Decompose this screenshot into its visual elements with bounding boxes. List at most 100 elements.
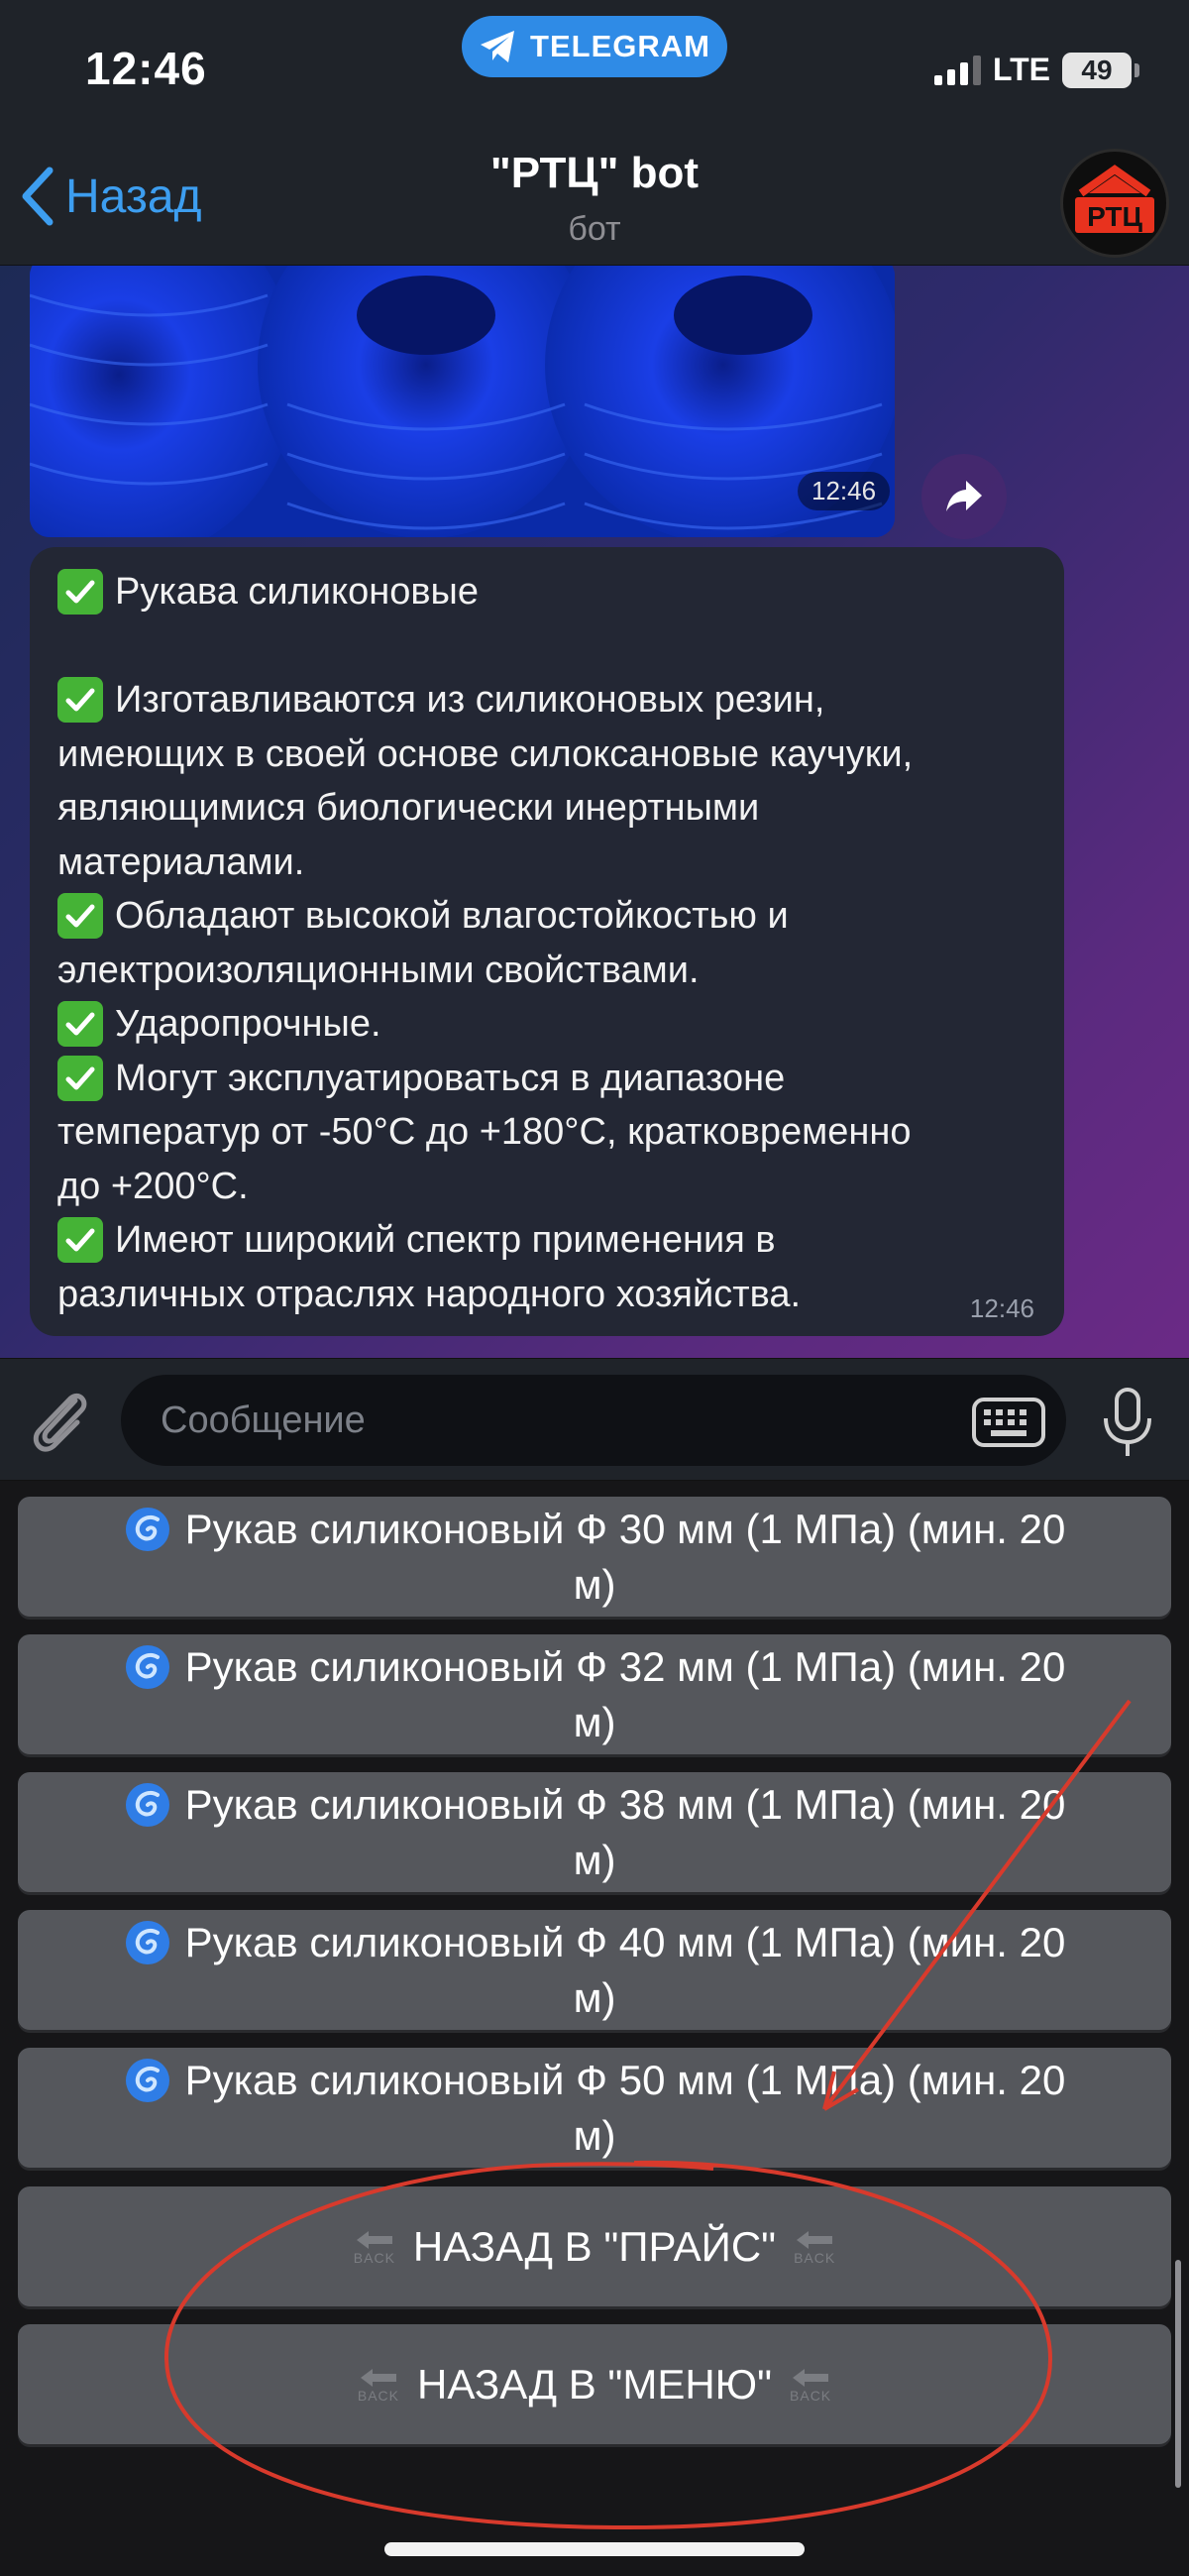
message-line: Ударопрочные. (57, 997, 1036, 1052)
checkmark-icon (57, 1055, 103, 1101)
keyboard-icon (972, 1398, 1045, 1447)
voice-button[interactable] (1100, 1387, 1155, 1463)
chat-title[interactable]: "РТЦ" bot (0, 149, 1189, 198)
message-line: Рукава силиконовые (57, 565, 1036, 619)
message-line-text: Имеют широкий спектр применения в (115, 1219, 776, 1261)
back-to-price-button[interactable]: BACK НАЗАД В "ПРАЙС" BACK (18, 2186, 1171, 2306)
message-line: являющимися биологически инертными (57, 781, 1036, 836)
back-to-menu-button[interactable]: BACK НАЗАД В "МЕНЮ" BACK (18, 2324, 1171, 2444)
back-arrow-icon: BACK (354, 2229, 395, 2265)
svg-text:РТЦ: РТЦ (1087, 201, 1142, 232)
photo-timestamp: 12:46 (798, 472, 891, 510)
cyclone-icon (125, 1644, 169, 1689)
product-button-label: Рукав силиконовый Ф 50 мм (1 МПа) (мин. … (184, 2056, 1066, 2103)
cyclone-icon (125, 2058, 169, 2102)
back-glyph-label: BACK (353, 2249, 395, 2266)
blue-hose-coils-image (30, 266, 895, 537)
checkmark-icon (57, 677, 103, 724)
message-line-text: являющимися биологически инертными (57, 787, 760, 829)
telegram-pill-label: TELEGRAM (530, 29, 710, 63)
product-button-label-line2: м) (573, 1698, 616, 1745)
telegram-icon (481, 31, 515, 62)
message-line: Обладают высокой влагостойкостью и (57, 889, 1036, 944)
message-line-text: Могут эксплуатироваться в диапазоне (115, 1057, 786, 1099)
product-button-label: Рукав силиконовый Ф 30 мм (1 МПа) (мин. … (184, 1505, 1066, 1552)
battery-icon: 49 (1062, 52, 1132, 88)
product-button[interactable]: Рукав силиконовый Ф 40 мм (1 МПа) (мин. … (18, 1910, 1171, 2030)
message-line: до +200°C. (57, 1160, 1036, 1214)
cyclone-icon (125, 1507, 169, 1551)
chat-header: 12:46 TELEGRAM LTE 49 Назад "РТЦ" bot бо… (0, 0, 1189, 266)
cyclone-icon (125, 1920, 169, 1964)
product-button-label-line2: м) (573, 2111, 616, 2159)
message-line: Могут эксплуатироваться в диапазоне (57, 1052, 1036, 1106)
checkmark-icon (57, 1217, 103, 1264)
share-button[interactable] (921, 454, 1007, 539)
bot-avatar[interactable]: РТЦ (1060, 149, 1169, 258)
message-line: различных отраслях народного хозяйства. (57, 1268, 1036, 1322)
status-indicators: LTE 49 (933, 52, 1139, 88)
back-glyph-label: BACK (794, 2249, 836, 2266)
attach-button[interactable] (26, 1383, 95, 1463)
back-glyph-label: BACK (790, 2387, 832, 2404)
message-line-text: Изготавливаются из силиконовых резин, (115, 679, 825, 721)
product-button[interactable]: Рукав силиконовый Ф 38 мм (1 МПа) (мин. … (18, 1772, 1171, 1892)
checkmark-icon (57, 893, 103, 940)
message-line (57, 619, 1036, 674)
telegram-pill[interactable]: TELEGRAM (462, 16, 727, 77)
composer-bar (0, 1358, 1189, 1481)
product-button[interactable]: Рукав силиконовый Ф 50 мм (1 МПа) (мин. … (18, 2048, 1171, 2168)
battery-tip (1135, 62, 1139, 77)
message-line: Имеют широкий спектр применения в (57, 1213, 1036, 1268)
message-line-text: до +200°C. (57, 1165, 249, 1207)
message-timestamp: 12:46 (969, 1293, 1034, 1323)
message-line: электроизоляционными свойствами. (57, 944, 1036, 998)
message-line-text: электроизоляционными свойствами. (57, 949, 700, 991)
back-arrow-icon: BACK (794, 2229, 835, 2265)
message-line-text: Обладают высокой влагостойкостью и (115, 895, 789, 937)
product-photo[interactable]: 12:46 (30, 266, 895, 537)
product-button-label-line2: м) (573, 1560, 616, 1608)
bot-message: Рукава силиконовые Изготавливаются из сил… (30, 547, 1064, 1336)
back-arrow-icon: BACK (358, 2367, 399, 2403)
home-indicator[interactable] (384, 2542, 805, 2556)
back-to-menu-label: НАЗАД В "МЕНЮ" (416, 2360, 773, 2408)
message-line-text: различных отраслях народного хозяйства. (57, 1273, 802, 1315)
back-glyph-label: BACK (357, 2387, 399, 2404)
message-input[interactable] (121, 1375, 1066, 1466)
checkmark-icon (57, 569, 103, 616)
product-button[interactable]: Рукав силиконовый Ф 30 мм (1 МПа) (мин. … (18, 1497, 1171, 1617)
paperclip-icon (33, 1393, 87, 1452)
rtc-logo-icon: РТЦ (1075, 165, 1154, 233)
message-line-text: Рукава силиконовые (115, 571, 479, 613)
checkmark-icon (57, 1001, 103, 1048)
microphone-icon (1104, 1388, 1151, 1456)
message-line: Изготавливаются из силиконовых резин, (57, 673, 1036, 728)
forward-icon (946, 481, 982, 511)
cyclone-icon (125, 1782, 169, 1827)
status-time: 12:46 (85, 43, 207, 94)
message-line-text: температур от -50°C до +180°C, кратковре… (57, 1111, 912, 1153)
product-button-label: Рукав силиконовый Ф 40 мм (1 МПа) (мин. … (184, 1918, 1066, 1965)
bot-reply-keyboard: Рукав силиконовый Ф 30 мм (1 МПа) (мин. … (0, 1481, 1189, 2576)
product-button-label: Рукав силиконовый Ф 32 мм (1 МПа) (мин. … (184, 1642, 1066, 1690)
back-arrow-icon: BACK (790, 2367, 831, 2403)
network-type: LTE (992, 52, 1050, 87)
product-button-label: Рукав силиконовый Ф 38 мм (1 МПа) (мин. … (184, 1780, 1066, 1828)
product-button-label-line2: м) (573, 1836, 616, 1883)
message-line: температур от -50°C до +180°C, кратковре… (57, 1105, 1036, 1160)
message-line-text: имеющих в своей основе силоксановые кауч… (57, 732, 914, 775)
message-line: материалами. (57, 836, 1036, 890)
message-text: Рукава силиконовые Изготавливаются из сил… (57, 565, 1036, 1321)
message-line-text: материалами. (57, 840, 305, 883)
scroll-indicator (1175, 2260, 1181, 2488)
keyboard-toggle-button[interactable] (971, 1397, 1046, 1453)
chat-area[interactable]: 12:46 Рукава силиконовые Изготавливаются … (0, 266, 1189, 1358)
product-button-label-line2: м) (573, 1973, 616, 2021)
signal-icon (933, 55, 981, 85)
chat-subtitle: бот (568, 210, 621, 248)
product-button[interactable]: Рукав силиконовый Ф 32 мм (1 МПа) (мин. … (18, 1634, 1171, 1754)
message-line-text: Ударопрочные. (115, 1003, 381, 1045)
message-line: имеющих в своей основе силоксановые кауч… (57, 728, 1036, 782)
back-to-price-label: НАЗАД В "ПРАЙС" (412, 2222, 777, 2270)
